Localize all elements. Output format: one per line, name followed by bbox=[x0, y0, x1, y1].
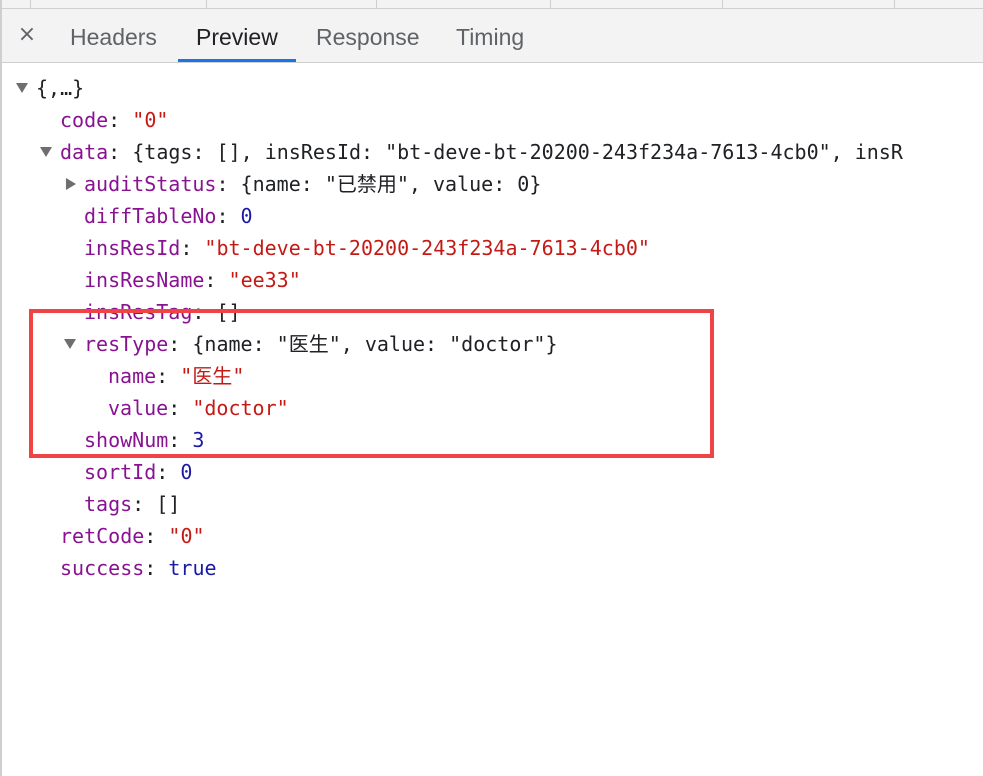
object-summary: {name: "医生", value: "doctor"} bbox=[192, 332, 558, 356]
string-value: ee33 bbox=[240, 268, 289, 292]
string-value: 0 bbox=[144, 108, 157, 132]
tree-row-restype-value: value: "doctor" bbox=[108, 396, 289, 420]
property-key: data bbox=[60, 140, 109, 164]
property-key: success bbox=[60, 556, 145, 580]
string-value: bt-deve-bt-20200-243f234a-7613-4cb0 bbox=[216, 236, 638, 260]
expanded-triangle-icon[interactable] bbox=[40, 146, 52, 157]
panel-left-border bbox=[0, 0, 2, 776]
tab-preview-label: Preview bbox=[196, 24, 278, 50]
object-summary: {name: "已禁用", value: 0} bbox=[240, 172, 542, 196]
property-key: showNum bbox=[84, 428, 169, 452]
tree-row-auditstatus[interactable]: auditStatus: {name: "已禁用", value: 0} bbox=[64, 168, 541, 200]
expanded-triangle-icon[interactable] bbox=[64, 338, 76, 349]
number-value: 3 bbox=[192, 428, 205, 452]
tree-row-restype-name: name: "医生" bbox=[108, 364, 245, 388]
column-divider bbox=[550, 0, 551, 8]
string-value: doctor bbox=[204, 396, 277, 420]
tree-row-data[interactable]: data: {tags: [], insResId: "bt-deve-bt-2… bbox=[40, 136, 903, 168]
tab-headers[interactable]: Headers bbox=[70, 9, 157, 62]
tab-timing[interactable]: Timing bbox=[456, 9, 524, 62]
tree-row-retcode: retCode: "0" bbox=[60, 524, 205, 548]
tree-row-code: code: "0" bbox=[60, 108, 169, 132]
root-summary: {,…} bbox=[36, 76, 85, 100]
collapsed-triangle-icon[interactable] bbox=[66, 177, 76, 190]
property-key: name bbox=[108, 364, 157, 388]
active-tab-indicator bbox=[178, 59, 296, 62]
column-divider bbox=[722, 0, 723, 8]
column-divider bbox=[376, 0, 377, 8]
property-key: resType bbox=[84, 332, 169, 356]
column-divider bbox=[894, 0, 895, 8]
property-key: insResId bbox=[84, 236, 181, 260]
tree-row-sortid: sortId: 0 bbox=[84, 460, 193, 484]
boolean-value: true bbox=[168, 556, 217, 580]
number-value: 0 bbox=[180, 460, 193, 484]
request-list-strip bbox=[2, 0, 983, 9]
tree-row-insresid: insResId: "bt-deve-bt-20200-243f234a-761… bbox=[84, 236, 650, 260]
number-value: 0 bbox=[240, 204, 253, 228]
array-value: [] bbox=[216, 300, 241, 324]
tab-preview[interactable]: Preview bbox=[178, 9, 296, 62]
tree-row-tags: tags: [] bbox=[84, 492, 181, 516]
tree-row-difftableno: diffTableNo: 0 bbox=[84, 204, 253, 228]
tree-row-restype[interactable]: resType: {name: "医生", value: "doctor"} bbox=[64, 328, 558, 360]
tree-row-insrestag: insResTag: [] bbox=[84, 300, 241, 324]
devtools-tab-bar: × Headers Preview Response Timing bbox=[2, 9, 983, 63]
property-key: diffTableNo bbox=[84, 204, 217, 228]
close-icon[interactable]: × bbox=[12, 21, 42, 51]
tab-response[interactable]: Response bbox=[316, 9, 420, 62]
property-key: insResName bbox=[84, 268, 205, 292]
array-value: [] bbox=[156, 492, 181, 516]
expanded-triangle-icon[interactable] bbox=[16, 82, 28, 93]
property-key: code bbox=[60, 108, 109, 132]
property-key: sortId bbox=[84, 460, 157, 484]
property-key: tags bbox=[84, 492, 133, 516]
string-value: 0 bbox=[180, 524, 193, 548]
string-value: 医生 bbox=[192, 364, 233, 388]
property-key: value bbox=[108, 396, 169, 420]
column-divider bbox=[206, 0, 207, 8]
column-divider bbox=[30, 0, 31, 8]
tree-row-insresname: insResName: "ee33" bbox=[84, 268, 301, 292]
property-key: auditStatus bbox=[84, 172, 217, 196]
tree-root[interactable]: {,…} bbox=[16, 72, 84, 104]
tree-row-shownum: showNum: 3 bbox=[84, 428, 205, 452]
object-summary: {tags: [], insResId: "bt-deve-bt-20200-2… bbox=[132, 140, 903, 164]
property-key: retCode bbox=[60, 524, 145, 548]
tree-row-success: success: true bbox=[60, 556, 217, 580]
property-key: insResTag bbox=[84, 300, 193, 324]
